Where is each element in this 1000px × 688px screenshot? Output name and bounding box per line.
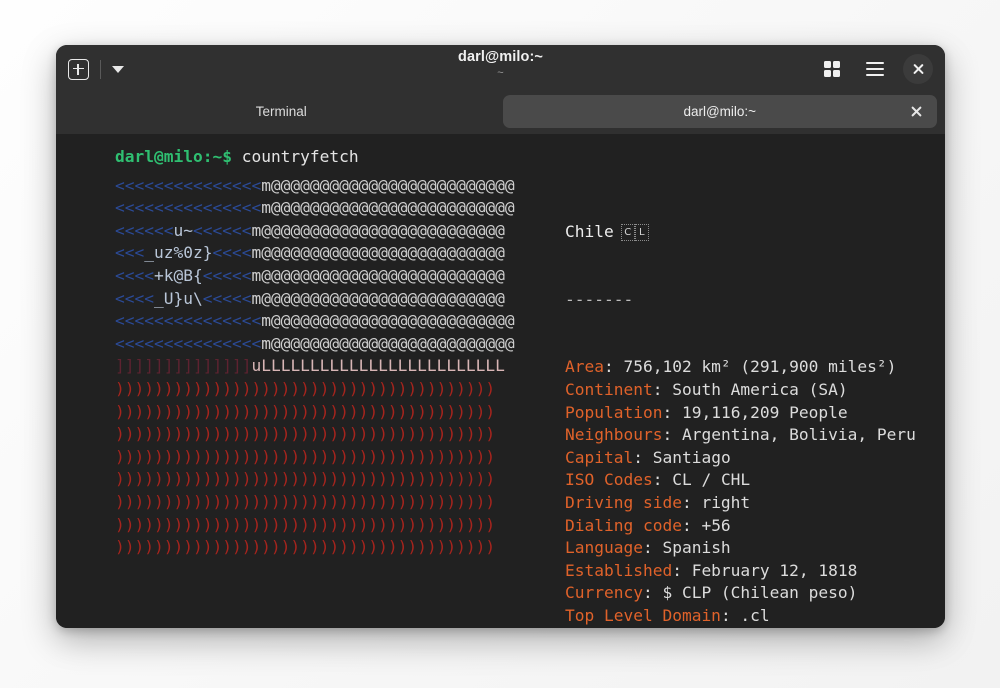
ascii-art-row: <<<<<<<<<<<<<<<m@@@@@@@@@@@@@@@@@@@@@@@@… [115,333,515,353]
field-value: : 19,116,209 People [662,402,848,422]
ascii-art-row: <<<_uz%0z}<<<<m@@@@@@@@@@@@@@@@@@@@@@@@@ [115,243,505,263]
titlebar-left-controls [56,58,124,80]
country-field-row: Driving side: right [565,492,945,515]
field-key: Population [565,402,663,422]
field-key: ISO Codes [565,470,653,490]
command-text: countryfetch [241,147,359,166]
hamburger-menu-icon [866,62,884,76]
country-field-row: Neighbours: Argentina, Bolivia, Peru [565,424,945,447]
terminal-window: darl@milo:~ ~ Terminal darl@milo:~ darl@… [56,45,945,628]
field-value: : Santiago [633,447,731,467]
field-value: : 756,102 km² (291,900 miles²) [603,357,897,377]
country-field-row: Dialing code: +56 [565,515,945,538]
field-value: : .cl [720,605,770,625]
ascii-art-row: <<<<_U}u\<<<<<m@@@@@@@@@@@@@@@@@@@@@@@@@ [115,288,505,308]
ascii-art-row: <<<<<<<<<<<<<<<m@@@@@@@@@@@@@@@@@@@@@@@@… [115,311,515,331]
country-info-panel: Chile C L ------- Area: 756,102 km² (291,9… [565,175,945,628]
window-title-group: darl@milo:~ ~ [56,49,945,80]
ascii-art-row: <<<<<<u~<<<<<<m@@@@@@@@@@@@@@@@@@@@@@@@@ [115,220,505,240]
field-key: Continent [565,379,653,399]
new-tab-button[interactable] [68,58,89,80]
country-field-row: Capital: Santiago [565,447,945,470]
ascii-art-row: ))))))))))))))))))))))))))))))))))))))) [115,491,496,511]
window-title: darl@milo:~ [458,49,543,65]
country-field-row: Area: 756,102 km² (291,900 miles²) [565,356,945,379]
ascii-flag-art: <<<<<<<<<<<<<<<m@@@@@@@@@@@@@@@@@@@@@@@@… [115,175,565,628]
titlebar-right-controls [817,45,933,93]
field-key: Neighbours [565,425,663,445]
menu-button[interactable] [860,54,890,84]
chevron-down-icon[interactable] [112,65,124,73]
tab-label: Terminal [255,104,307,119]
ascii-art-row: <<<<<<<<<<<<<<<m@@@@@@@@@@@@@@@@@@@@@@@@… [115,175,515,195]
field-value: : $ CLP (Chilean peso) [642,583,858,603]
country-field-row: Population: 19,116,209 People [565,402,945,425]
ascii-art-row: ))))))))))))))))))))))))))))))))))))))) [115,537,496,557]
field-value: : February 12, 1818 [672,560,858,580]
country-field-row: Established: February 12, 1818 [565,560,945,583]
close-tab-icon[interactable] [910,105,923,118]
window-subtitle: ~ [497,67,504,79]
ascii-art-row: <<<<+k@B{<<<<<m@@@@@@@@@@@@@@@@@@@@@@@@@ [115,265,505,285]
tab-strip: Terminal darl@milo:~ [56,93,945,134]
field-value: : Spanish [642,538,731,558]
tab-darl-milo[interactable]: darl@milo:~ [502,95,937,128]
field-key: Language [565,538,643,558]
field-key: Driving side [565,492,682,512]
country-field-row: ISO Codes: CL / CHL [565,469,945,492]
field-key: Capital [565,447,634,467]
close-window-button[interactable] [903,54,933,84]
ascii-art-row: ))))))))))))))))))))))))))))))))))))))) [115,446,496,466]
field-value: : CL / CHL [652,470,751,490]
field-key: Currency [565,583,643,603]
flag-glyph: L [634,224,649,242]
layouts-button[interactable] [817,54,847,84]
country-field-row: Language: Spanish [565,537,945,560]
ascii-art-row: ))))))))))))))))))))))))))))))))))))))) [115,469,496,489]
country-field-row: Continent: South America (SA) [565,379,945,402]
ascii-art-row: ))))))))))))))))))))))))))))))))))))))) [115,378,496,398]
ascii-art-row: ))))))))))))))))))))))))))))))))))))))) [115,424,496,444]
desktop-background: darl@milo:~ ~ Terminal darl@milo:~ darl@… [0,0,1000,688]
country-field-list: Area: 756,102 km² (291,900 miles²) Contin… [565,356,945,627]
country-field-row: Currency: $ CLP (Chilean peso) [565,582,945,605]
titlebar-divider [100,59,101,79]
field-value: : South America (SA) [652,379,848,399]
window-titlebar: darl@milo:~ ~ [56,45,945,93]
ascii-art-row: ]]]]]]]]]]]]]]uLLLLLLLLLLLLLLLLLLLLLLLLL [115,356,505,376]
country-name: Chile [565,221,614,241]
ascii-art-row: <<<<<<<<<<<<<<<m@@@@@@@@@@@@@@@@@@@@@@@@… [115,198,515,218]
country-name-row: Chile C L [565,221,945,244]
title-rule: ------- [565,289,634,309]
ascii-art-row: ))))))))))))))))))))))))))))))))))))))) [115,401,496,421]
tab-label: darl@milo:~ [683,104,757,119]
command-line: darl@milo:~$ countryfetch [56,146,945,169]
field-key: Top Level Domain [565,605,721,625]
shell-prompt: darl@milo:~$ [115,147,232,166]
field-value: : Argentina, Bolivia, Peru [662,425,916,445]
ascii-art-row: ))))))))))))))))))))))))))))))))))))))) [115,514,496,534]
field-value: : +56 [681,515,731,535]
grid-icon [824,61,840,77]
close-icon [912,63,925,76]
terminal-output-area[interactable]: darl@milo:~$ countryfetch <<<<<<<<<<<<<<… [56,134,945,628]
field-value: : right [681,492,751,512]
field-key: Area [565,357,604,377]
flag-glyph: C [620,224,635,242]
field-key: Established [565,560,673,580]
tab-terminal[interactable]: Terminal [64,95,499,128]
field-key: Dialing code [565,515,682,535]
flag-emoji-fallback: CL [620,219,649,242]
countryfetch-output: <<<<<<<<<<<<<<<m@@@@@@@@@@@@@@@@@@@@@@@@… [56,175,945,628]
country-field-row: Top Level Domain: .cl [565,605,945,628]
